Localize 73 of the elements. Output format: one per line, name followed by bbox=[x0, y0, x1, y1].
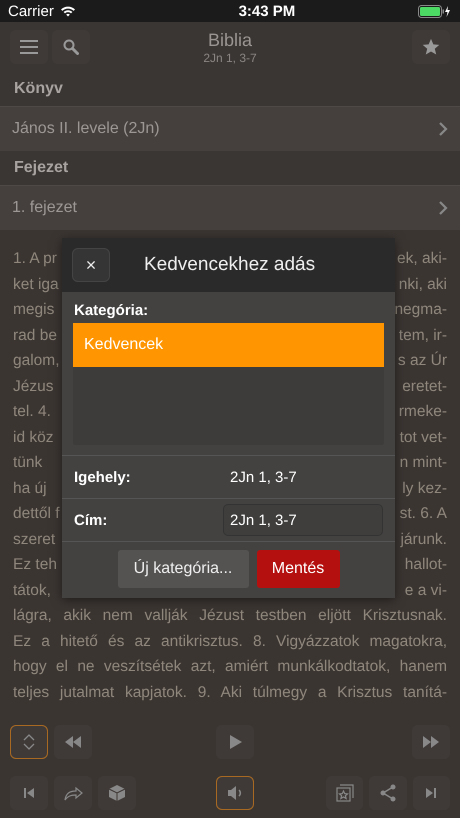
picker-row[interactable]: János II. levele (2Jn) bbox=[0, 106, 460, 151]
passage-text: eretet- bbox=[402, 376, 447, 396]
favorite-button[interactable] bbox=[412, 30, 450, 64]
dialog-title: Kedvencekhez adás bbox=[144, 254, 316, 276]
field-value: 2Jn 1, 3-7 bbox=[230, 468, 297, 486]
share-icon bbox=[378, 782, 398, 802]
passage-text: rmeke- bbox=[398, 402, 447, 422]
passage-text: ly kez- bbox=[402, 478, 447, 498]
field-label: Cím: bbox=[74, 512, 108, 528]
close-button[interactable]: × bbox=[72, 248, 110, 282]
passage-text: s az Úr bbox=[398, 350, 447, 371]
field-label: Kategória: bbox=[73, 302, 150, 321]
passage-text: n mint- bbox=[400, 453, 447, 473]
dice-icon bbox=[107, 782, 127, 802]
battery-icon bbox=[418, 4, 452, 18]
wifi-icon bbox=[60, 5, 76, 17]
passage-text: ek, aki- bbox=[397, 249, 447, 269]
picker-row[interactable]: 1. fejezet bbox=[0, 185, 460, 230]
save-button[interactable]: Mentés bbox=[256, 550, 340, 588]
passage-text: rad be bbox=[13, 326, 57, 346]
passage-text: megis bbox=[13, 300, 54, 320]
toolbar-button[interactable] bbox=[216, 776, 254, 810]
toolbar-button[interactable] bbox=[216, 724, 254, 758]
passage-text: Ez a hitető és az antikrisztus. 8. Vigyázzatok magatokra, bbox=[13, 632, 447, 652]
section-header: Könyv bbox=[14, 80, 63, 98]
passage-text: tot vet- bbox=[400, 428, 447, 448]
nav-subtitle: 2Jn 1, 3-7 bbox=[203, 50, 257, 64]
toolbar-button[interactable] bbox=[54, 776, 92, 810]
passage-text: tátok, bbox=[13, 580, 51, 600]
passage-text: negma- bbox=[394, 300, 447, 320]
section-header: Fejezet bbox=[14, 159, 68, 177]
passage-text: teljes jutalmat kapjatok. 9. Aki túlmegy a Krisztus tanítá- bbox=[13, 682, 447, 702]
passage-text: dettől f bbox=[13, 504, 60, 524]
passage-text: lágra, akik nem vallják Jézust testben eljött Krisztusnak. bbox=[13, 606, 447, 626]
toolbar-button[interactable] bbox=[54, 724, 92, 758]
toolbar-button[interactable] bbox=[98, 776, 136, 810]
passage-text: szeret bbox=[13, 530, 56, 550]
passage-text: tünk bbox=[13, 453, 42, 473]
star-icon bbox=[422, 38, 440, 56]
passage-text: Ez teh bbox=[13, 555, 57, 575]
chevron-right-icon bbox=[438, 200, 448, 216]
passage-text: hogy el ne veszítsétek azt, amiért munkálkodtatok, hanem bbox=[13, 657, 447, 677]
passage-text: hallot- bbox=[404, 555, 447, 575]
chevron-right-icon bbox=[438, 121, 448, 137]
toolbar-button[interactable] bbox=[10, 724, 48, 758]
passage-text: ha új bbox=[13, 478, 47, 498]
toolbar-button[interactable] bbox=[412, 776, 450, 810]
passage-text: nki, aki bbox=[398, 274, 447, 294]
passage-text: e a vi- bbox=[404, 580, 447, 600]
field-label: Igehely: bbox=[74, 468, 132, 486]
menu-icon bbox=[20, 40, 38, 54]
passage-text: 1. A pr bbox=[13, 249, 57, 269]
passage-text: galom, bbox=[13, 351, 60, 371]
input-field[interactable]: 2Jn 1, 3-7 bbox=[223, 504, 383, 536]
menu-button[interactable] bbox=[10, 30, 48, 64]
passage-text: Jézus bbox=[13, 376, 54, 396]
carrier-name: Carrier bbox=[8, 2, 54, 20]
nav-title: Biblia bbox=[208, 30, 252, 50]
star-stack-icon bbox=[334, 782, 355, 802]
toolbar-button[interactable] bbox=[10, 776, 48, 810]
search-icon bbox=[63, 39, 79, 55]
passage-text: járunk. bbox=[400, 530, 447, 550]
new-category-button[interactable]: Új kategória... bbox=[118, 550, 248, 588]
clock: 3:43 PM bbox=[238, 2, 296, 20]
toolbar-button[interactable] bbox=[326, 776, 364, 810]
toolbar-button[interactable] bbox=[412, 724, 450, 758]
passage-text: id köz bbox=[13, 428, 54, 448]
toolbar-button[interactable] bbox=[369, 776, 407, 810]
search-button[interactable] bbox=[52, 30, 90, 64]
passage-text: st. 6. A bbox=[400, 504, 447, 524]
passage-text: ket iga bbox=[13, 274, 59, 294]
passage-text: tem, ir- bbox=[398, 326, 447, 346]
passage-text: tel. 4. bbox=[13, 402, 51, 422]
